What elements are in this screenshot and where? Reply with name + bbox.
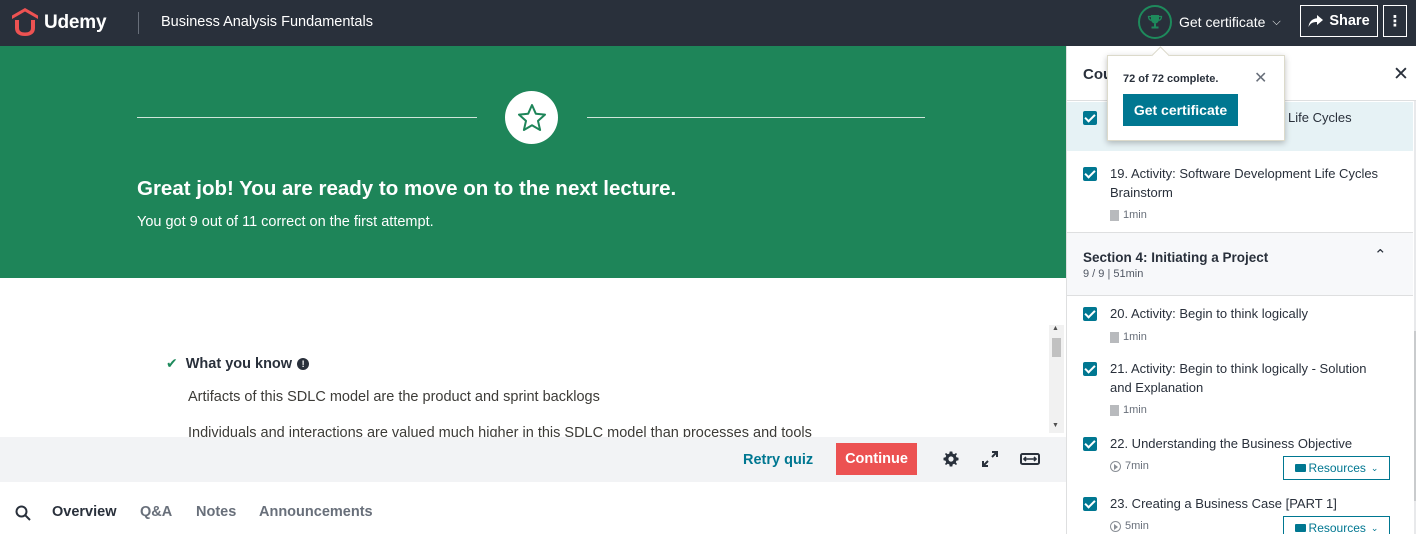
document-icon <box>1110 331 1119 343</box>
expand-width-icon[interactable] <box>1020 450 1040 468</box>
continue-button[interactable]: Continue <box>836 443 917 475</box>
tab-announcements[interactable]: Announcements <box>259 504 373 520</box>
info-icon[interactable]: ! <box>297 357 310 370</box>
share-label: Share <box>1329 13 1370 29</box>
play-icon <box>1110 520 1121 532</box>
known-item: Artifacts of this SDLC model are the pro… <box>188 389 600 405</box>
course-title[interactable]: Business Analysis Fundamentals <box>161 14 373 30</box>
lecture-duration: 7min <box>1110 460 1149 472</box>
tab-overview[interactable]: Overview <box>52 504 117 520</box>
more-options-button[interactable]: ⋮ <box>1383 5 1407 37</box>
trophy-icon <box>1147 15 1163 29</box>
close-icon[interactable]: ✕ <box>1254 68 1267 88</box>
lecture-item-21[interactable]: 21. Activity: Begin to think logically -… <box>1067 352 1413 426</box>
what-you-know-label: What you know <box>185 355 293 372</box>
tab-qa[interactable]: Q&A <box>140 504 172 520</box>
banner-divider-right <box>587 117 925 118</box>
lecture-duration: 5min <box>1110 520 1149 532</box>
scrollbar-thumb[interactable] <box>1052 338 1061 357</box>
lecture-duration: 1min <box>1110 209 1147 221</box>
share-button[interactable]: Share <box>1300 5 1378 37</box>
section-title: Section 4: Initiating a Project <box>1083 250 1269 265</box>
lecture-title: 21. Activity: Begin to think logically -… <box>1110 361 1367 395</box>
resources-dropdown[interactable]: Resources ⌄ <box>1283 516 1390 534</box>
result-subtitle: You got 9 out of 11 correct on the first… <box>137 214 434 230</box>
certificate-popover: 72 of 72 complete. ✕ Get certificate <box>1107 55 1285 141</box>
what-you-know-heading: ✔ What you know ! <box>166 355 310 372</box>
share-arrow-icon <box>1308 14 1324 27</box>
document-icon <box>1110 404 1119 416</box>
completed-checkbox[interactable] <box>1083 362 1097 376</box>
document-icon <box>1110 209 1119 221</box>
course-tabs: Overview Q&A Notes Announcements <box>0 482 1066 534</box>
chevron-down-icon: ⌄ <box>1370 462 1379 473</box>
close-icon[interactable]: ✕ <box>1393 63 1409 86</box>
lecture-item-19[interactable]: 19. Activity: Software Development Life … <box>1067 152 1413 232</box>
completed-checkbox[interactable] <box>1083 167 1097 181</box>
lecture-duration: 1min <box>1110 404 1147 416</box>
section-header[interactable]: Section 4: Initiating a Project 9 / 9 | … <box>1067 232 1413 296</box>
lecture-title: 22. Understanding the Business Objective <box>1110 436 1353 451</box>
section-progress: 9 / 9 | 51min <box>1083 268 1144 280</box>
folder-icon <box>1294 464 1306 472</box>
completed-checkbox[interactable] <box>1083 307 1097 321</box>
completed-checkbox[interactable] <box>1083 111 1097 125</box>
checkmark-icon: ✔ <box>166 355 178 371</box>
lecture-item-22[interactable]: 22. Understanding the Business Objective… <box>1067 426 1413 486</box>
quiz-result-banner: Great job! You are ready to move on to t… <box>0 46 1066 278</box>
retry-quiz-button[interactable]: Retry quiz <box>743 452 813 468</box>
get-certificate-dropdown[interactable]: Get certificate ⌵ <box>1138 5 1281 39</box>
header-divider <box>138 12 139 34</box>
completed-checkbox[interactable] <box>1083 437 1097 451</box>
certificate-progress-ring <box>1138 5 1172 39</box>
udemy-logo[interactable]: Udemy <box>12 8 107 38</box>
chevron-down-icon: ⌵ <box>1272 15 1281 28</box>
lecture-title: 23. Creating a Business Case [PART 1] <box>1110 496 1337 511</box>
tab-notes[interactable]: Notes <box>196 504 236 520</box>
brand-name: Udemy <box>44 12 107 33</box>
lecture-duration: 1min <box>1110 331 1147 343</box>
lecture-title: 19. Activity: Software Development Life … <box>1110 166 1379 200</box>
completion-status: 72 of 72 complete. <box>1123 73 1219 85</box>
fullscreen-icon[interactable] <box>981 450 999 468</box>
get-certificate-button[interactable]: Get certificate <box>1123 94 1238 126</box>
result-title: Great job! You are ready to move on to t… <box>137 177 677 200</box>
vertical-dots-icon: ⋮ <box>1387 12 1403 30</box>
star-badge <box>505 91 558 144</box>
results-scrollbar[interactable]: ▲ ▼ <box>1049 325 1064 433</box>
lecture-title: 20. Activity: Begin to think logically <box>1110 306 1308 321</box>
chevron-up-icon[interactable]: ⌃ <box>1374 246 1387 264</box>
lecture-item-23[interactable]: 23. Creating a Business Case [PART 1] 5m… <box>1067 486 1413 534</box>
scroll-down-arrow-icon[interactable]: ▼ <box>1052 422 1059 429</box>
player-controls: Retry quiz Continue <box>0 437 1066 482</box>
get-certificate-label: Get certificate <box>1179 14 1266 30</box>
play-icon <box>1110 460 1121 472</box>
search-icon[interactable] <box>15 505 31 521</box>
top-bar: Udemy Business Analysis Fundamentals Get… <box>0 0 1416 46</box>
scroll-up-arrow-icon[interactable]: ▲ <box>1052 325 1059 332</box>
settings-gear-icon[interactable] <box>942 450 960 468</box>
folder-icon <box>1294 524 1306 532</box>
resources-dropdown[interactable]: Resources ⌄ <box>1283 456 1390 480</box>
udemy-logo-icon <box>12 8 38 36</box>
star-icon <box>517 103 546 131</box>
banner-divider-left <box>137 117 477 118</box>
results-panel: ✔ What you know ! Artifacts of this SDLC… <box>0 278 1066 438</box>
completed-checkbox[interactable] <box>1083 497 1097 511</box>
chevron-down-icon: ⌄ <box>1370 522 1379 533</box>
lecture-item-20[interactable]: 20. Activity: Begin to think logically 1… <box>1067 297 1413 352</box>
